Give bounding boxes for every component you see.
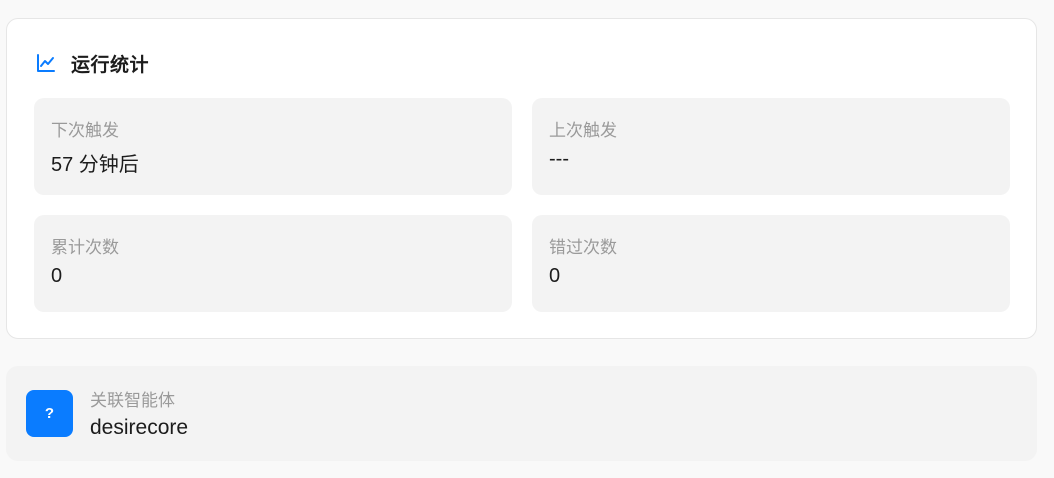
- missed-count-stat: 错过次数 0: [532, 215, 1010, 312]
- stat-label: 累计次数: [51, 238, 119, 257]
- line-chart-icon: [35, 52, 57, 74]
- agent-avatar: ?: [26, 390, 73, 437]
- total-count-stat: 累计次数 0: [34, 215, 512, 312]
- stat-label: 错过次数: [549, 238, 617, 257]
- last-trigger-stat: 上次触发 ---: [532, 98, 1010, 195]
- stat-label: 下次触发: [51, 121, 119, 140]
- run-stats-header: 运行统计: [35, 49, 149, 77]
- stat-value: 57 分钟后: [51, 154, 139, 176]
- card-title: 运行统计: [71, 54, 150, 76]
- agent-name[interactable]: desirecore: [90, 416, 188, 440]
- stat-value: 0: [51, 265, 63, 287]
- stat-value: 0: [549, 265, 561, 287]
- run-stats-card: 运行统计 下次触发 57 分钟后 上次触发 --- 累计次数 0 错过次数 0: [6, 18, 1037, 339]
- stat-value: ---: [549, 148, 569, 170]
- linked-agent-card[interactable]: ? 关联智能体 desirecore: [6, 366, 1037, 461]
- stat-label: 上次触发: [549, 121, 617, 140]
- agent-label: 关联智能体: [90, 391, 175, 410]
- next-trigger-stat: 下次触发 57 分钟后: [34, 98, 512, 195]
